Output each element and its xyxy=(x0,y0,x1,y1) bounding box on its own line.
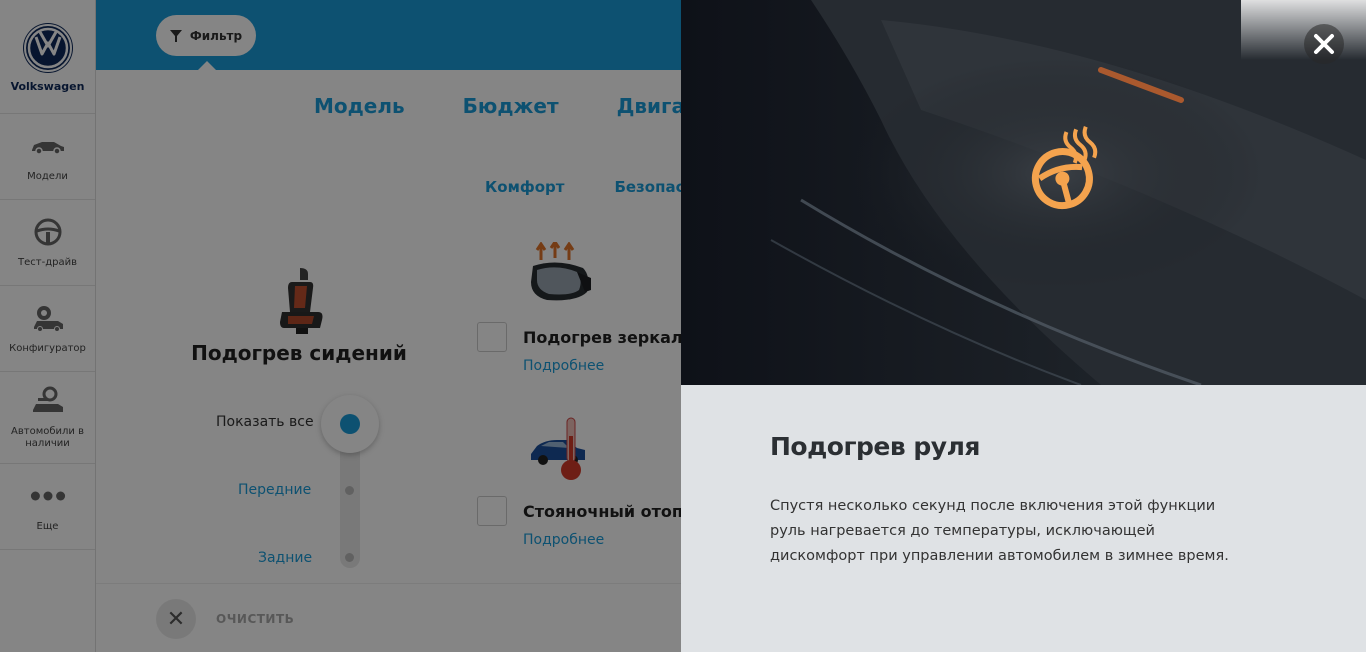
modal-description: Спустя несколько секунд после включения … xyxy=(770,498,1229,564)
close-button[interactable] xyxy=(1304,24,1344,64)
feature-modal: Подогрев руля Спустя несколько секунд по… xyxy=(681,0,1366,652)
modal-photo xyxy=(681,0,1366,385)
close-icon xyxy=(1314,34,1334,54)
modal-backdrop[interactable] xyxy=(0,0,681,652)
modal-title: Подогрев руля xyxy=(770,432,980,461)
